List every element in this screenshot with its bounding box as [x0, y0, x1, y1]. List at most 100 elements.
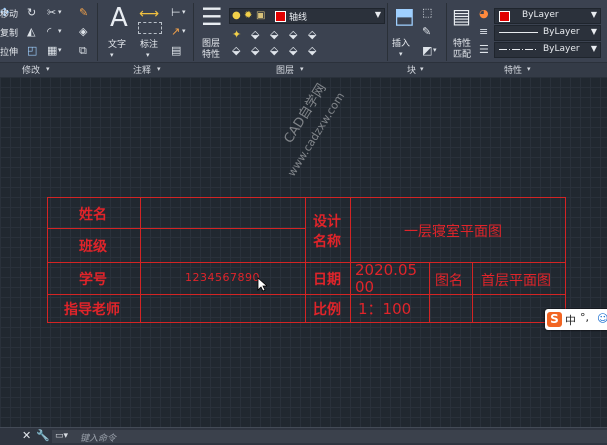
properties-panel-label[interactable]: 特性	[504, 63, 522, 76]
separator	[387, 3, 388, 61]
rotate-icon[interactable]: ↻	[27, 7, 36, 18]
trim-dropdown-icon[interactable]: ▾	[58, 7, 62, 18]
date-value-line1: 2020.05	[355, 261, 418, 279]
chevron-down-icon[interactable]: ▾	[527, 65, 531, 73]
dimension-dropdown-icon[interactable]: ▾	[146, 50, 150, 61]
drawing-name-value: 首层平面图	[481, 273, 551, 289]
table-line	[47, 322, 566, 323]
move-label[interactable]: 移动	[0, 7, 18, 20]
command-input-placeholder[interactable]: 键入命令	[80, 431, 116, 444]
lineweight-dropdown[interactable]: ByLayer ▼	[494, 25, 601, 41]
wrench-icon[interactable]: 🔧	[36, 429, 50, 442]
chevron-down-icon[interactable]: ▼	[591, 44, 597, 53]
chevron-down-icon[interactable]: ▼	[591, 27, 597, 36]
chevron-down-icon[interactable]: ▼	[375, 10, 381, 19]
text-button-label[interactable]: 文字	[108, 37, 126, 50]
color-swatch	[499, 11, 510, 22]
layer-color-swatch	[275, 11, 286, 22]
close-icon[interactable]: ✕	[22, 429, 31, 442]
layer-tool-icon[interactable]: ⬙	[270, 29, 278, 40]
table-icon[interactable]: ▤	[171, 45, 181, 56]
table-line	[472, 262, 473, 323]
linetype-dropdown[interactable]: ByLayer ▼	[494, 42, 601, 58]
leader-icon[interactable]: ↗	[171, 26, 180, 37]
lineweight-icon[interactable]: ≡	[479, 26, 488, 37]
block-attribute-icon[interactable]: ◩	[422, 45, 432, 56]
fillet-dropdown-icon[interactable]: ▾	[58, 26, 62, 37]
scale-icon[interactable]: ◰	[27, 45, 37, 56]
linear-dim-dropdown-icon[interactable]: ▾	[182, 7, 186, 18]
command-history-icon[interactable]: ▭▾	[55, 431, 68, 441]
layer-tool-icon[interactable]: ⬙	[270, 45, 278, 56]
table-line	[565, 197, 566, 323]
edit-block-icon[interactable]: ✎	[422, 26, 431, 37]
insert-dropdown-icon[interactable]: ▾	[399, 49, 403, 60]
dimension-preview	[138, 22, 162, 34]
mirror-icon[interactable]: ◭	[27, 26, 35, 37]
linear-dim-icon[interactable]: ⊢	[171, 7, 181, 18]
block-panel-label[interactable]: 块	[407, 63, 416, 76]
layer-tool-icon[interactable]: ⬙	[289, 29, 297, 40]
copy-label[interactable]: 复制	[0, 26, 18, 39]
leader-dropdown-icon[interactable]: ▾	[182, 26, 186, 37]
lock-icon[interactable]: ▣	[256, 10, 265, 21]
annotation-panel-label[interactable]: 注释	[133, 63, 151, 76]
layer-tool-icon[interactable]: ⬙	[251, 45, 259, 56]
explode-icon[interactable]: ◈	[79, 26, 87, 37]
ime-punctuation[interactable]: °,	[580, 311, 589, 324]
insert-block-icon[interactable]: ⬒	[394, 5, 415, 29]
layer-tool-icon[interactable]: ⬙	[289, 45, 297, 56]
layer-tool-icon[interactable]: ⬙	[308, 29, 316, 40]
student-id-value: 1234567890	[185, 271, 260, 284]
block-attribute-dropdown-icon[interactable]: ▾	[433, 45, 437, 56]
text-dropdown-icon[interactable]: ▾	[110, 50, 114, 61]
fillet-icon[interactable]: ◜	[47, 26, 51, 37]
sogou-icon[interactable]: S	[547, 312, 562, 327]
ime-toolbar[interactable]: S 中 °, ☺	[545, 309, 607, 330]
chevron-down-icon[interactable]: ▼	[591, 10, 597, 19]
table-line	[47, 294, 566, 295]
offset-icon[interactable]: ⧉	[79, 45, 87, 56]
layer-tool-icon[interactable]: ✦	[232, 29, 241, 40]
scale-label: 比例	[313, 302, 341, 318]
layer-tool-icon[interactable]: ⬙	[232, 45, 240, 56]
color-dropdown-value: ByLayer	[522, 10, 559, 20]
chevron-down-icon[interactable]: ▾	[46, 65, 50, 73]
ime-emoji-icon[interactable]: ☺	[597, 312, 607, 325]
design-label-line2: 名称	[313, 234, 341, 250]
insert-button-label[interactable]: 插入	[392, 36, 410, 49]
modify-panel-label[interactable]: 修改	[22, 63, 40, 76]
trim-icon[interactable]: ✂	[47, 7, 56, 18]
layer-tool-icon[interactable]: ⬙	[308, 45, 316, 56]
class-label: 班级	[79, 239, 107, 255]
linetype-icon[interactable]: ☰	[479, 44, 489, 55]
chevron-down-icon[interactable]: ▾	[157, 65, 161, 73]
layer-properties-icon[interactable]: ☰	[201, 4, 223, 30]
stretch-label[interactable]: 拉伸	[0, 45, 18, 58]
text-icon[interactable]: A	[110, 4, 128, 32]
color-wheel-icon[interactable]: ◕	[479, 8, 489, 19]
dimension-button-label[interactable]: 标注	[140, 37, 158, 50]
ime-mode-label[interactable]: 中	[565, 312, 576, 328]
match-properties-icon[interactable]: ▤	[452, 5, 471, 27]
name-label: 姓名	[79, 207, 107, 223]
erase-icon[interactable]: ✎	[79, 7, 88, 18]
create-block-icon[interactable]: ⬚	[422, 7, 432, 18]
command-input-box[interactable]: ▭▾ 键入命令	[52, 430, 607, 444]
chevron-down-icon[interactable]: ▾	[300, 65, 304, 73]
array-icon[interactable]: ▦	[47, 45, 57, 56]
layer-dropdown[interactable]: ● ✹ ▣ 轴线 ▼	[229, 8, 385, 24]
linetype-dropdown-value: ByLayer	[543, 44, 580, 54]
dimension-icon[interactable]: ⟷	[139, 6, 159, 22]
layer-properties-label-2[interactable]: 特性	[202, 47, 220, 60]
sun-icon[interactable]: ✹	[244, 10, 252, 21]
array-dropdown-icon[interactable]: ▾	[58, 45, 62, 56]
color-dropdown[interactable]: ByLayer ▼	[494, 8, 601, 24]
layers-panel-label[interactable]: 图层	[276, 63, 294, 76]
layer-tool-icon[interactable]: ⬙	[251, 29, 259, 40]
match-properties-label-2[interactable]: 匹配	[453, 47, 471, 60]
lineweight-preview	[499, 32, 538, 33]
cursor-arrow-icon	[257, 277, 267, 292]
bulb-icon[interactable]: ●	[232, 10, 241, 21]
chevron-down-icon[interactable]: ▾	[420, 65, 424, 73]
